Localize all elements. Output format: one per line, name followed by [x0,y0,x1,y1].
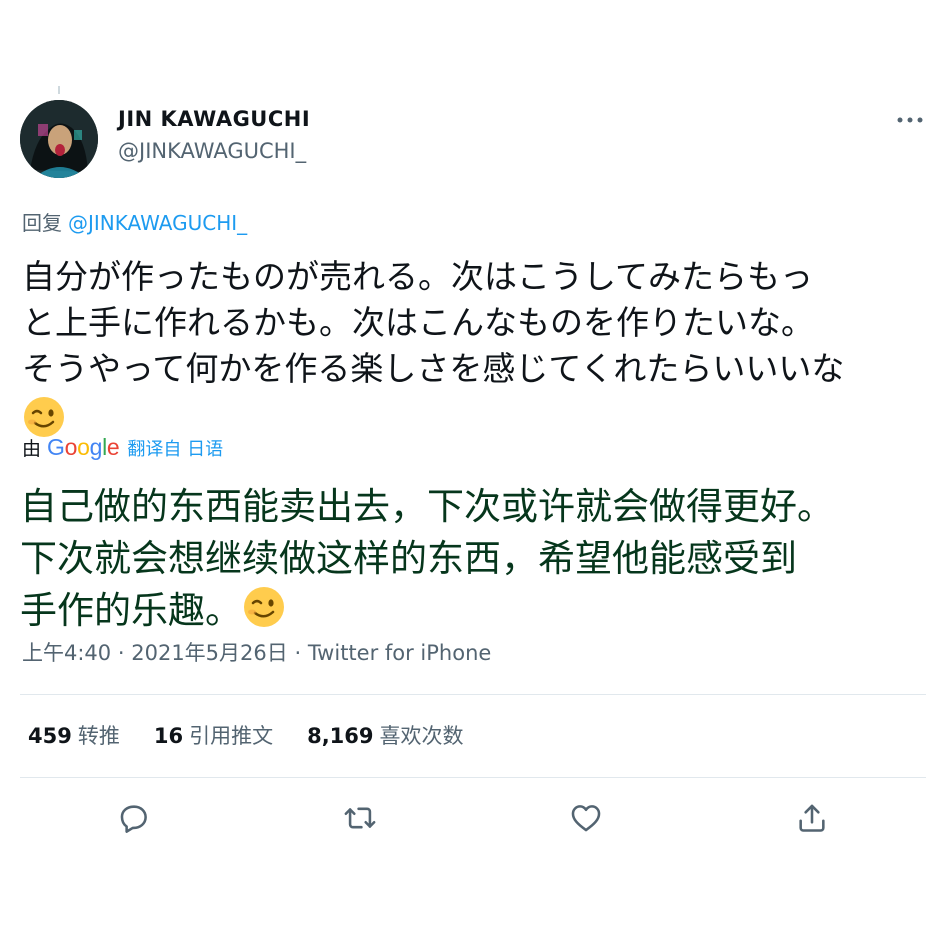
translation-line: 自己做的东西能卖出去，下次或许就会做得更好。 [20,485,834,528]
reply-icon [120,805,147,833]
translated-by-label: 由 [22,438,42,460]
retweets-stat[interactable]: 459 转推 [28,720,120,750]
avatar[interactable] [20,100,98,178]
like-count: 8,169 [307,724,374,748]
heart-icon [571,805,601,832]
tweet-line: 自分が作ったものが売れる。次はこうしてみたらもっ [22,257,814,296]
divider [20,694,926,695]
translation-line: 下次就会想继续做这样的东西，希望他能感受到 [20,537,797,580]
translated-from-link[interactable]: 翻译自 日语 [127,435,223,461]
tweet-time[interactable]: 上午4:40 [22,641,111,665]
share-button[interactable] [792,798,832,838]
retweet-button[interactable] [340,798,380,838]
retweet-label: 转推 [77,724,120,748]
meta-separator: · [294,641,302,665]
tweet-source[interactable]: Twitter for iPhone [308,641,492,665]
quotes-stat[interactable]: 16 引用推文 [154,720,273,750]
translation-line-last: 手作的乐趣。 [20,585,940,637]
google-logo: Google [47,434,120,460]
winking-face-icon [24,396,64,437]
tweet-meta: 上午4:40 · 2021年5月26日 · Twitter for iPhone [22,637,491,667]
retweet-count: 459 [28,724,72,748]
meta-separator: · [117,641,125,665]
divider [20,777,926,778]
winking-face-icon [244,587,284,627]
display-name[interactable]: JIN KAWAGUCHI [118,107,310,131]
more-options-button[interactable] [890,108,930,132]
tweet-text: 自分が作ったものが売れる。次はこうしてみたらもっ と上手に作れるかも。次はこんな… [22,254,927,439]
likes-stat[interactable]: 8,169 喜欢次数 [307,720,463,750]
replying-to: 回复 @JINKAWAGUCHI_ [22,207,247,236]
more-icon [897,117,923,123]
share-icon [799,804,825,832]
user-handle[interactable]: @JINKAWAGUCHI_ [118,139,306,163]
like-label: 喜欢次数 [379,724,464,748]
tweet-stats: 459 转推 16 引用推文 8,169 喜欢次数 [28,720,464,750]
tweet-line: そうやって何かを作る楽しさを感じてくれたらいいいな [22,349,845,388]
tweet-line: と上手に作れるかも。次はこんなものを作りたいな。 [22,303,814,342]
reply-mention-link[interactable]: @JINKAWAGUCHI_ [68,211,247,235]
reply-prefix: 回复 [22,211,62,235]
tweet-date[interactable]: 2021年5月26日 [131,641,288,665]
translated-by: 由 Google 翻译自 日语 [22,434,223,461]
tweet-emoji-line [22,392,927,439]
like-button[interactable] [566,798,606,838]
quote-label: 引用推文 [189,724,274,748]
translation-line-text: 手作的乐趣。 [20,589,242,632]
tweet-actions [0,798,946,838]
thread-connector [58,86,60,94]
quote-count: 16 [153,724,184,748]
translated-text: 自己做的东西能卖出去，下次或许就会做得更好。 下次就会想继续做这样的东西，希望他… [20,481,940,637]
retweet-icon [344,807,376,829]
reply-button[interactable] [114,798,154,838]
